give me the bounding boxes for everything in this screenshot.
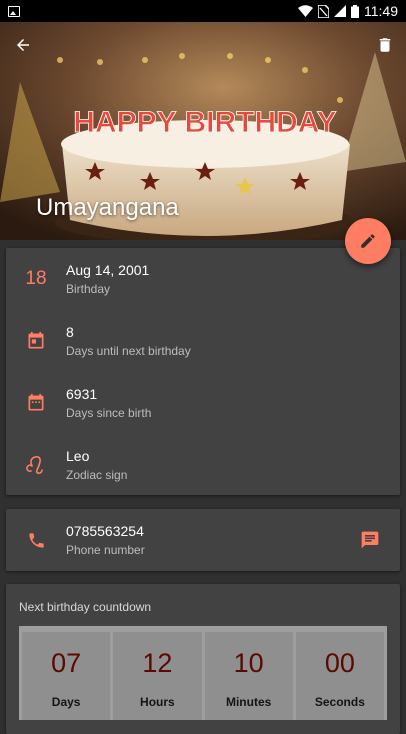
countdown-minutes-value: 10 — [233, 648, 264, 678]
detail-days-since: 6931 Days since birth — [6, 372, 400, 434]
days-until-label: Days until next birthday — [66, 344, 191, 358]
birthday-label: Birthday — [66, 282, 111, 296]
contact-card: 0785563254 Phone number — [6, 509, 400, 571]
detail-days-until: 8 Days until next birthday — [6, 310, 400, 372]
day-number-icon: 18 — [25, 268, 47, 289]
days-since-label: Days since birth — [66, 406, 152, 420]
countdown-card: Next birthday countdown 07 Days 12 Hours… — [6, 584, 400, 734]
pencil-icon — [361, 234, 375, 248]
countdown-days-label: Days — [51, 695, 81, 709]
clock: 11:49 — [364, 3, 398, 19]
contact-name: Umayangana — [36, 194, 179, 221]
countdown-minutes: 10 Minutes — [204, 632, 293, 720]
message-icon — [361, 531, 379, 549]
detail-birthday: 18 Aug 14, 2001 Birthday — [6, 248, 400, 310]
countdown-hours-value: 12 — [142, 648, 173, 678]
status-bar: 11:49 — [0, 0, 406, 22]
delete-button[interactable] — [372, 32, 398, 58]
zodiac-value: Leo — [66, 448, 90, 464]
countdown-hours: 12 Hours — [113, 632, 202, 720]
signal-icon — [334, 5, 346, 17]
countdown-seconds-value: 00 — [324, 648, 355, 678]
countdown-days-value: 07 — [51, 648, 82, 678]
countdown-minutes-label: Minutes — [225, 695, 272, 709]
countdown-days: 07 Days — [22, 632, 111, 720]
header-image: HAPPY BIRTHDAY Umayangana — [0, 22, 406, 240]
message-button[interactable] — [340, 530, 400, 550]
phone-label: Phone number — [66, 543, 145, 557]
leo-zodiac-icon — [26, 456, 43, 474]
countdown-hours-label: Hours — [140, 695, 175, 709]
days-until-value: 8 — [66, 324, 74, 340]
arrow-back-icon — [17, 39, 29, 51]
phone-icon — [28, 532, 44, 548]
back-button[interactable] — [10, 32, 36, 58]
birthday-date: Aug 14, 2001 — [66, 262, 150, 278]
countdown-seconds-label: Seconds — [314, 695, 365, 709]
no-sim-icon — [318, 4, 329, 18]
phone-number: 0785563254 — [66, 523, 144, 539]
countdown-panel: 07 Days 12 Hours 10 Minutes 00 Seconds — [19, 626, 387, 720]
zodiac-label: Zodiac sign — [66, 468, 128, 482]
gallery-notification-icon — [8, 5, 20, 17]
trash-icon — [379, 38, 391, 52]
detail-zodiac: Leo Zodiac sign — [6, 434, 400, 496]
wifi-icon — [298, 5, 313, 17]
days-since-value: 6931 — [66, 386, 98, 402]
phone-row[interactable]: 0785563254 Phone number — [6, 509, 400, 571]
battery-icon — [351, 4, 359, 18]
calendar-icon — [28, 331, 44, 349]
edit-button[interactable] — [345, 218, 391, 264]
countdown-seconds: 00 Seconds — [295, 632, 384, 720]
countdown-title: Next birthday countdown — [19, 600, 152, 614]
cake-candle-text: HAPPY BIRTHDAY — [73, 106, 336, 139]
calendar-icon — [28, 393, 44, 411]
details-card: 18 Aug 14, 2001 Birthday 8 Days until ne… — [6, 248, 400, 495]
